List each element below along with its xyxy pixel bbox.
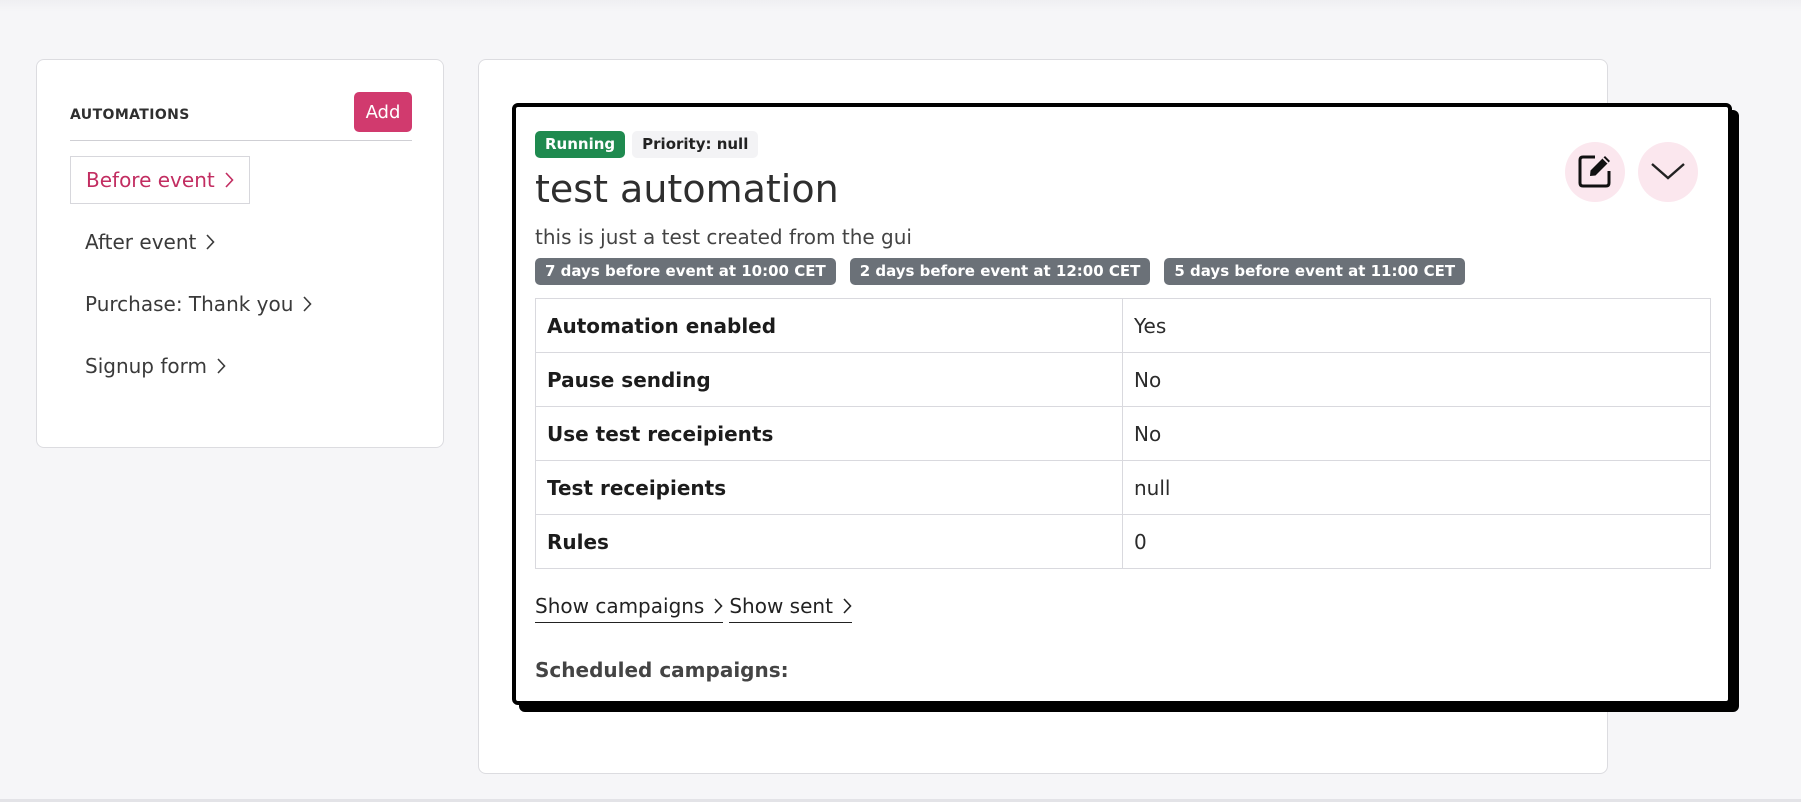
sidebar-header: AUTOMATIONS Add [70,92,412,141]
detail-value: No [1122,352,1711,407]
table-row: Pause sending No [535,352,1711,407]
top-strip [0,0,1801,12]
nav-item-purchase-thank-you[interactable]: Purchase: Thank you [70,280,412,328]
chevron-right-icon [216,358,226,374]
detail-value: No [1122,406,1711,461]
nav-item-label: Signup form [85,354,207,378]
nav-item-label: After event [85,230,197,254]
priority-badge: Priority: null [632,131,759,158]
show-campaigns-link[interactable]: Show campaigns [535,594,724,623]
chevron-right-icon [205,234,215,250]
table-row: Test receipients null [535,460,1711,515]
schedule-tags: 7 days before event at 10:00 CET 2 days … [535,258,1466,285]
status-badges: Running Priority: null [535,131,759,158]
detail-value: null [1122,460,1711,515]
chevron-right-icon [302,296,313,312]
sidebar-title: AUTOMATIONS [70,107,190,123]
table-row: Rules 0 [535,514,1711,569]
detail-key: Use test receipients [535,406,1123,461]
automation-card: Running Priority: null test automation t… [512,103,1732,705]
scheduled-campaigns-heading: Scheduled campaigns: [535,658,789,682]
link-label: Show sent [729,594,833,618]
link-label: Show campaigns [535,594,705,618]
detail-key: Pause sending [535,352,1123,407]
automations-sidebar: AUTOMATIONS Add Before event After event… [36,59,444,448]
table-row: Use test receipients No [535,406,1711,461]
card-links: Show campaigns Show sent [535,594,852,623]
nav-item-label: Before event [86,168,215,192]
detail-value: Yes [1122,298,1711,353]
automation-description: this is just a test created from the gui [535,225,912,249]
automation-type-list: Before event After event Purchase: Thank… [70,156,412,404]
status-badge: Running [535,131,626,158]
edit-icon [1575,151,1615,194]
collapse-button[interactable] [1638,142,1698,202]
schedule-tag: 2 days before event at 12:00 CET [849,258,1151,285]
detail-key: Rules [535,514,1123,569]
automation-title: test automation [535,167,839,211]
nav-item-before-event[interactable]: Before event [70,156,250,204]
schedule-tag: 5 days before event at 11:00 CET [1164,258,1466,285]
nav-item-after-event[interactable]: After event [70,218,412,266]
chevron-down-icon [1650,161,1686,184]
schedule-tag: 7 days before event at 10:00 CET [535,258,836,285]
table-row: Automation enabled Yes [535,298,1711,353]
chevron-right-icon [713,598,723,614]
nav-item-label: Purchase: Thank you [85,292,294,316]
nav-item-signup-form[interactable]: Signup form [70,342,412,390]
add-automation-button[interactable]: Add [354,92,412,132]
detail-key: Automation enabled [535,298,1123,353]
chevron-right-icon [224,172,234,188]
automation-details-table: Automation enabled Yes Pause sending No … [535,298,1711,569]
detail-key: Test receipients [535,460,1123,515]
show-sent-link[interactable]: Show sent [729,594,852,623]
chevron-right-icon [842,598,852,614]
edit-button[interactable] [1565,142,1625,202]
detail-value: 0 [1122,514,1711,569]
